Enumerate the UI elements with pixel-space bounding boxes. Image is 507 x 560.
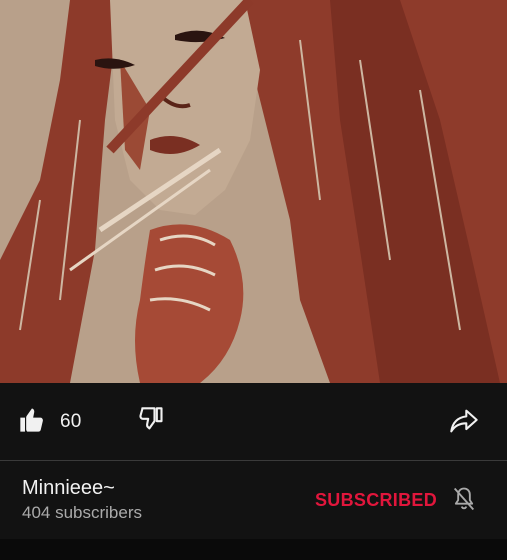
app-frame: 60 Minnieee~ 404 subscribers SUBSCRIBED [0,0,507,560]
share-button[interactable] [449,409,479,437]
subscribed-button[interactable]: SUBSCRIBED [315,490,437,511]
thumbs-down-icon [137,406,165,439]
bell-off-icon[interactable] [450,485,478,513]
share-arrow-icon [449,408,479,439]
channel-name[interactable]: Minnieee~ [22,477,115,500]
subscriber-count: 404 subscribers [22,503,143,522]
video-actions-bar: 60 [0,383,507,461]
channel-row[interactable]: Minnieee~ 404 subscribers SUBSCRIBED [0,461,507,539]
like-button[interactable]: 60 [18,407,82,437]
thumbs-up-icon [18,406,46,439]
like-count: 60 [60,411,82,432]
video-player[interactable] [0,0,507,383]
bottom-strip [0,539,507,560]
video-thumbnail [0,0,507,383]
dislike-button[interactable] [137,406,165,439]
